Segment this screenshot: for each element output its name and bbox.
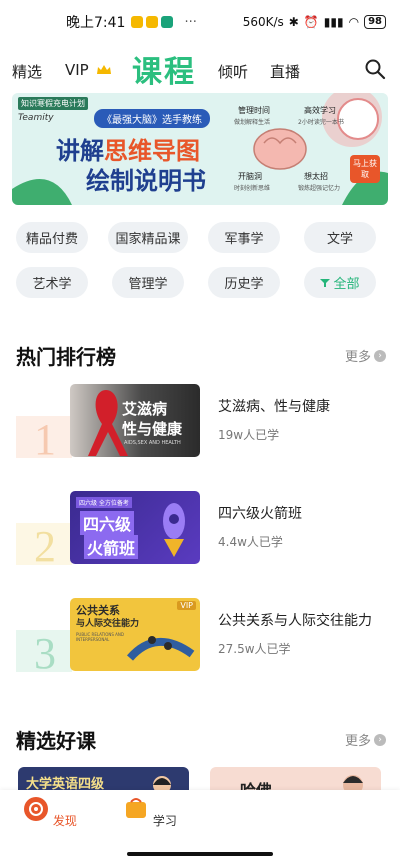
banner-bubble: 高效学习 [304,106,336,115]
learner-count: 19w人已学 [218,428,280,442]
banner-brand: Teamity [18,113,54,123]
list-item[interactable]: 1 艾滋病 性与健康 AIDS,SEX AND HEALTH 艾滋病、性与健康 … [0,384,400,458]
thumb-caption: AIDS,SEX AND HEALTH [124,440,181,446]
featured-more-link[interactable]: 更多 › [345,730,386,749]
chevron-right-icon: › [374,733,386,746]
bluetooth-icon: ✱ [288,15,299,29]
status-bar: 晚上7:41 ··· 560K/s ✱ ⏰ ▮▮▮ ◠ 98 [0,0,400,44]
rocket-icon [163,503,185,557]
home-indicator[interactable] [127,852,273,856]
thumb-top-label: 四六级 全方位备考 [76,497,132,508]
thumb-title-2: 性与健康 [122,420,183,438]
list-item[interactable]: 2 四六级 全方位备考 四六级 火箭班 四六级火箭班 4.4w人已学 [0,491,400,565]
chevron-right-icon: › [374,349,386,362]
notification-icon [146,16,159,28]
nav-item-live[interactable]: 直播 [270,61,300,82]
banner-bubble: 想太招 [304,172,328,181]
tab-discover-label: 发现 [52,814,77,828]
page-title[interactable]: 课程 [132,47,196,91]
tag-military[interactable]: 军事学 [208,222,280,253]
course-thumbnail: 艾滋病 性与健康 AIDS,SEX AND HEALTH [70,384,200,457]
featured-title: 精选好课 [16,729,96,753]
notification-icon [131,16,144,28]
hot-ranking-title: 热门排行榜 [16,345,116,369]
rank-badge: 2 [16,522,72,565]
learner-count: 27.5w人已学 [218,642,291,656]
notification-icon [161,16,174,28]
tag-premium-paid[interactable]: 精品付费 [16,222,88,253]
banner-tag: 知识寒假充电计划 [18,97,88,110]
rank-number: 1 [34,415,56,458]
top-navigation: 精选 VIP 课程 倾听 直播 [0,44,400,92]
rank-badge: 3 [16,629,72,672]
network-speed: 560K/s [242,15,284,29]
banner-bubble: 管理时间 [238,106,270,115]
rank-number: 2 [34,522,56,565]
signal-icon: ▮▮▮ [323,15,344,29]
banner-subtitle: 《最强大脑》选手教练 [94,109,210,128]
nav-item-vip[interactable]: VIP [65,61,112,79]
study-icon [126,798,147,818]
tab-study[interactable]: 学习 [120,796,180,829]
hot-more-label: 更多 [344,350,371,365]
filter-icon [320,278,331,287]
rank-number: 3 [34,629,56,672]
vip-badge: VIP [177,601,196,610]
banner-bubble: 开脑洞 [238,172,262,181]
banner-bubble-sub: 2小时读完一本书 [298,119,344,126]
tag-all-label: 全部 [333,277,360,292]
banner-bubble-sub: 时刻创新思维 [234,185,271,192]
tag-history[interactable]: 历史学 [208,267,280,298]
nav-item-featured[interactable]: 精选 [12,61,42,82]
course-title: 四六级火箭班 [218,506,302,522]
tag-management[interactable]: 管理学 [112,267,184,298]
status-more-dots: ··· [184,14,197,30]
course-thumbnail: 公共关系 与人际交往能力 PUBLIC RELATIONS AND INTERP… [70,598,200,671]
hot-more-link[interactable]: 更多 › [345,346,386,365]
banner-bubble-sub: 做划解释生活 [234,119,271,126]
thumb-title-2: 火箭班 [84,535,139,559]
course-title: 公共关系与人际交往能力 [218,613,372,629]
tab-discover[interactable]: 发现 [20,796,80,829]
battery-icon: 98 [364,15,386,29]
learner-count: 4.4w人已学 [218,535,283,549]
banner-cta[interactable]: 马上获取 [350,155,380,183]
featured-more-label: 更多 [344,734,371,749]
tag-art[interactable]: 艺术学 [16,267,88,298]
nav-item-listen[interactable]: 倾听 [218,61,248,82]
alarm-icon: ⏰ [303,15,319,29]
banner-bubble-sub: 锻炼超强记忆力 [298,185,341,192]
promo-banner[interactable]: 知识寒假充电计划 Teamity 《最强大脑》选手教练 讲解思维导图 绘制说明书… [12,93,388,205]
crown-icon [96,65,111,74]
thumb-title-1: 四六级 [80,511,135,535]
search-icon[interactable] [364,58,386,80]
tag-literature[interactable]: 文学 [304,222,376,253]
tag-all[interactable]: 全部 [304,267,376,298]
list-item[interactable]: 3 公共关系 与人际交往能力 PUBLIC RELATIONS AND INTE… [0,598,400,672]
tag-national-course[interactable]: 国家精品课 [108,222,188,253]
tab-study-label: 学习 [152,814,177,828]
thumb-title-1: 艾滋病 [122,400,168,418]
nav-item-vip-label: VIP [65,61,89,79]
banner-headline-2: 绘制说明书 [86,167,206,195]
course-title: 艾滋病、性与健康 [218,399,330,415]
course-thumbnail: 四六级 全方位备考 四六级 火箭班 [70,491,200,564]
wifi-icon: ◠ [348,15,360,29]
discover-icon [24,797,49,821]
rank-badge: 1 [16,415,72,458]
status-time: 晚上7:41 [66,15,126,31]
people-illustration [126,636,195,661]
